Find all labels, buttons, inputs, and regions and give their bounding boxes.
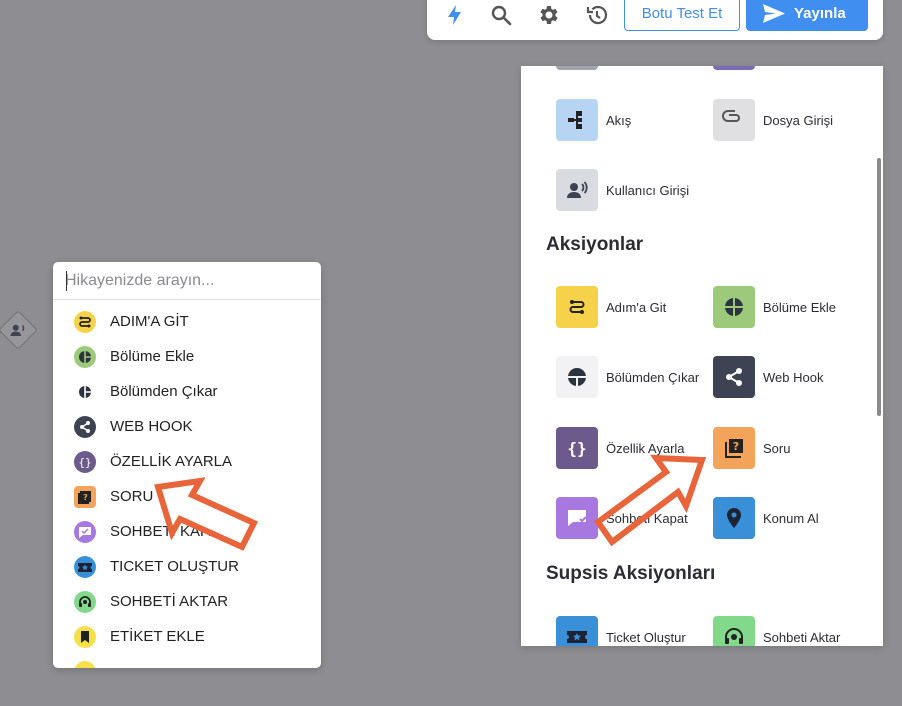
bookmark-icon: [74, 626, 96, 648]
list-item-label: ÖZELLİK AYARLA: [110, 453, 232, 470]
list-item-label: ETİKET EKLE: [110, 628, 205, 645]
tile-label: Sohbeti Kapat: [606, 510, 688, 526]
history-icon[interactable]: [585, 3, 609, 27]
user-voice-icon: [556, 169, 598, 211]
list-item-etiket-ekle[interactable]: ETİKET EKLE: [53, 622, 321, 652]
list-item-soru[interactable]: ? SORU: [53, 482, 321, 512]
gear-icon[interactable]: [537, 3, 561, 27]
user-voice-icon: [10, 324, 25, 336]
test-bot-button[interactable]: Botu Test Et: [624, 0, 740, 31]
goto-step-icon: [556, 286, 598, 328]
section-title-supsis: Supsis Aksiyonları: [546, 563, 716, 584]
partial-tile-icon: [713, 66, 755, 70]
list-item-label: SOHBETİ KAPAT: [110, 523, 227, 540]
list-item-bolume-ekle[interactable]: Bölüme Ekle: [53, 342, 321, 372]
partial-tile-icon: [556, 66, 598, 70]
goto-step-icon: [74, 311, 96, 333]
tile-adima-git[interactable]: Adım'a Git: [556, 286, 706, 332]
paperclip-icon: [713, 99, 755, 141]
svg-text:?: ?: [83, 493, 88, 502]
braces-icon: {}: [556, 427, 598, 469]
list-item-sohbeti-aktar[interactable]: SOHBETİ AKTAR: [53, 587, 321, 617]
add-segment-icon: [74, 346, 96, 368]
list-item-label: ADIM'A GİT: [110, 313, 189, 330]
ticket-icon: [74, 556, 96, 578]
list-item-label: Bölümden Çıkar: [110, 383, 218, 400]
list-item-web-hook[interactable]: WEB HOOK: [53, 412, 321, 442]
tile-soru[interactable]: ? Soru: [713, 427, 863, 473]
tile-label: Soru: [763, 440, 791, 456]
top-toolbar: Botu Test Et Yayınla: [427, 0, 883, 40]
add-segment-icon: [713, 286, 755, 328]
tile-label: Adım'a Git: [606, 299, 667, 315]
tile-label: Kullanıcı Girişi: [606, 182, 690, 198]
list-item-label: Bölüme Ekle: [110, 348, 195, 365]
tile-label: Sohbeti Aktar: [763, 629, 841, 645]
panel-scrollbar[interactable]: [877, 158, 881, 416]
tile-label: Web Hook: [763, 369, 824, 385]
tile-ticket-olustur[interactable]: Ticket Oluştur: [556, 616, 706, 646]
remove-segment-icon: [74, 381, 96, 403]
partial-icon: [74, 661, 96, 668]
share-icon: [74, 416, 96, 438]
search-input[interactable]: Hikayenizde arayın...: [53, 262, 321, 300]
list-item-label: WEB HOOK: [110, 418, 193, 435]
tile-label: Bölümden Çıkar: [606, 369, 700, 385]
tile-web-hook[interactable]: Web Hook: [713, 356, 863, 402]
tile-label: Dosya Girişi: [763, 112, 834, 128]
tile-dosya-girisi[interactable]: Dosya Girişi: [713, 99, 863, 145]
publish-label: Yayınla: [794, 5, 846, 22]
list-item-label: TICKET OLUŞTUR: [110, 558, 239, 575]
list-item-sohbeti-kapat[interactable]: SOHBETİ KAPAT: [53, 517, 321, 547]
search-dropdown: Hikayenizde arayın... ADIM'A GİT Bölüme …: [53, 262, 321, 668]
tile-label: Özellik Ayarla: [606, 440, 685, 456]
question-icon: ?: [713, 427, 755, 469]
bolt-icon[interactable]: [443, 3, 467, 27]
location-icon: [713, 497, 755, 539]
flow-icon: [556, 99, 598, 141]
question-icon: ?: [74, 486, 96, 508]
search-placeholder: Hikayenizde arayın...: [65, 272, 215, 289]
tile-kullanici-girisi[interactable]: Kullanıcı Girişi: [556, 169, 706, 215]
headset-icon: [74, 591, 96, 613]
list-item-label: SOHBETİ AKTAR: [110, 593, 229, 610]
section-title-aksiyonlar: Aksiyonlar: [546, 234, 644, 255]
list-item-adima-git[interactable]: ADIM'A GİT: [53, 307, 321, 337]
tile-label: Konum Al: [763, 510, 819, 526]
send-icon: [763, 4, 785, 23]
tile-label: Akış: [606, 112, 632, 128]
list-item-label: SORU: [110, 488, 154, 505]
close-chat-icon: [556, 497, 598, 539]
braces-icon: {}: [74, 451, 96, 473]
search-icon[interactable]: [489, 3, 513, 27]
tile-label: Ticket Oluştur: [606, 629, 686, 645]
text-caret: [66, 271, 67, 291]
list-item-bolumden-cikar[interactable]: Bölümden Çıkar: [53, 377, 321, 407]
tile-bolumden-cikar[interactable]: Bölümden Çıkar: [556, 356, 706, 402]
tile-sohbeti-kapat[interactable]: Sohbeti Kapat: [556, 497, 706, 543]
svg-text:{}: {}: [567, 439, 586, 458]
tile-ozellik-ayarla[interactable]: {} Özellik Ayarla: [556, 427, 706, 473]
tile-sohbeti-aktar[interactable]: Sohbeti Aktar: [713, 616, 863, 646]
list-item-ticket-olustur[interactable]: TICKET OLUŞTUR: [53, 552, 321, 582]
list-item-partial: [53, 657, 321, 668]
list-item-ozellik-ayarla[interactable]: {} ÖZELLİK AYARLA: [53, 447, 321, 477]
tile-label: Bölüme Ekle: [763, 299, 836, 315]
remove-segment-icon: [556, 356, 598, 398]
tile-bolume-ekle[interactable]: Bölüme Ekle: [713, 286, 863, 332]
share-icon: [713, 356, 755, 398]
svg-text:?: ?: [733, 440, 739, 453]
close-chat-icon: [74, 521, 96, 543]
tile-akis[interactable]: Akış: [556, 99, 706, 145]
tile-konum-al[interactable]: Konum Al: [713, 497, 863, 543]
headset-icon: [713, 616, 755, 646]
svg-text:{}: {}: [78, 456, 91, 469]
ticket-icon: [556, 616, 598, 646]
node-palette-panel: Akış Dosya Girişi Kullanıcı Girişi Aksiy…: [521, 66, 883, 646]
publish-button[interactable]: Yayınla: [746, 0, 868, 31]
